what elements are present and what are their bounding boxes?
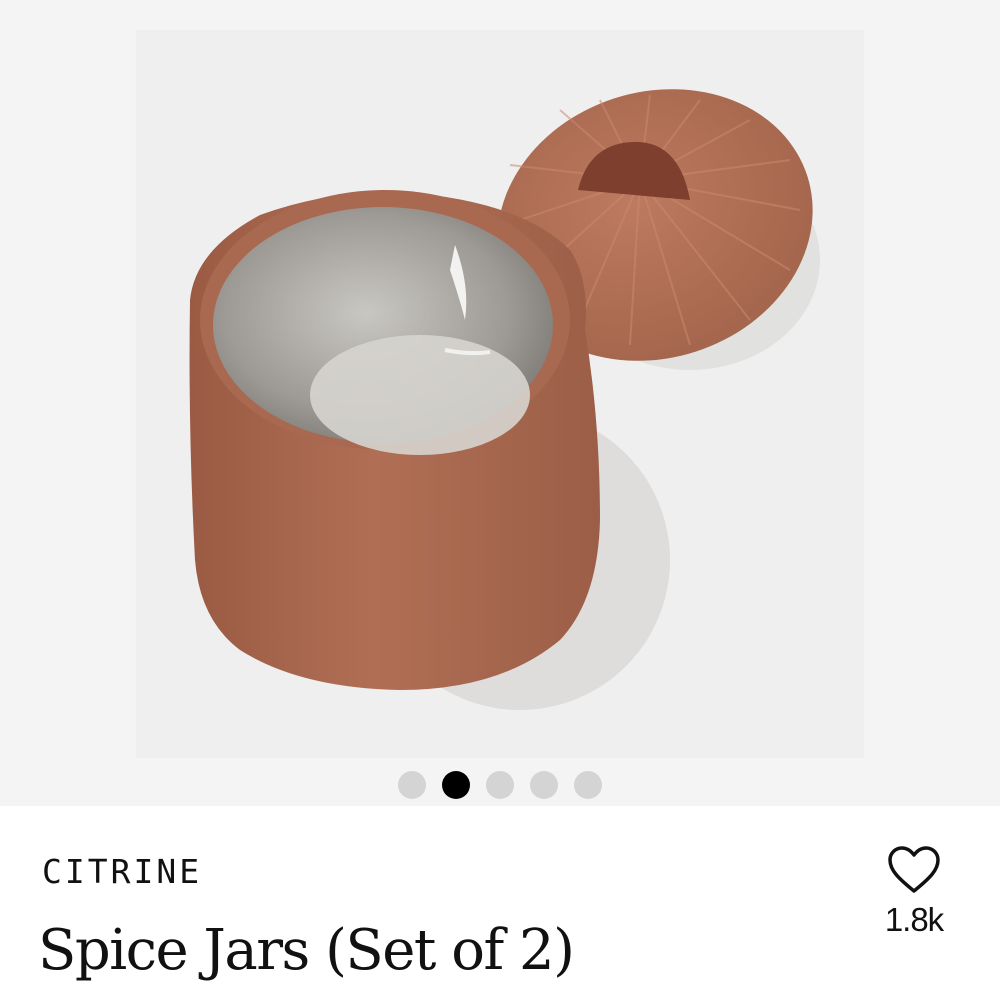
favorite-button[interactable]: 1.8k [872,845,956,939]
gallery-pagination [0,771,1000,801]
pagination-dot[interactable] [530,771,558,799]
heart-outline-icon [888,846,940,893]
product-image-gallery[interactable] [0,0,1000,806]
product-image[interactable] [136,30,864,758]
pagination-dot-active[interactable] [442,771,470,799]
favorite-count: 1.8k [884,901,944,938]
pagination-dot[interactable] [574,771,602,799]
pagination-dot[interactable] [398,771,426,799]
product-title: Spice Jars (Set of 2) [38,918,575,983]
pagination-dot[interactable] [486,771,514,799]
brand-name[interactable]: CITRINE [42,852,202,891]
